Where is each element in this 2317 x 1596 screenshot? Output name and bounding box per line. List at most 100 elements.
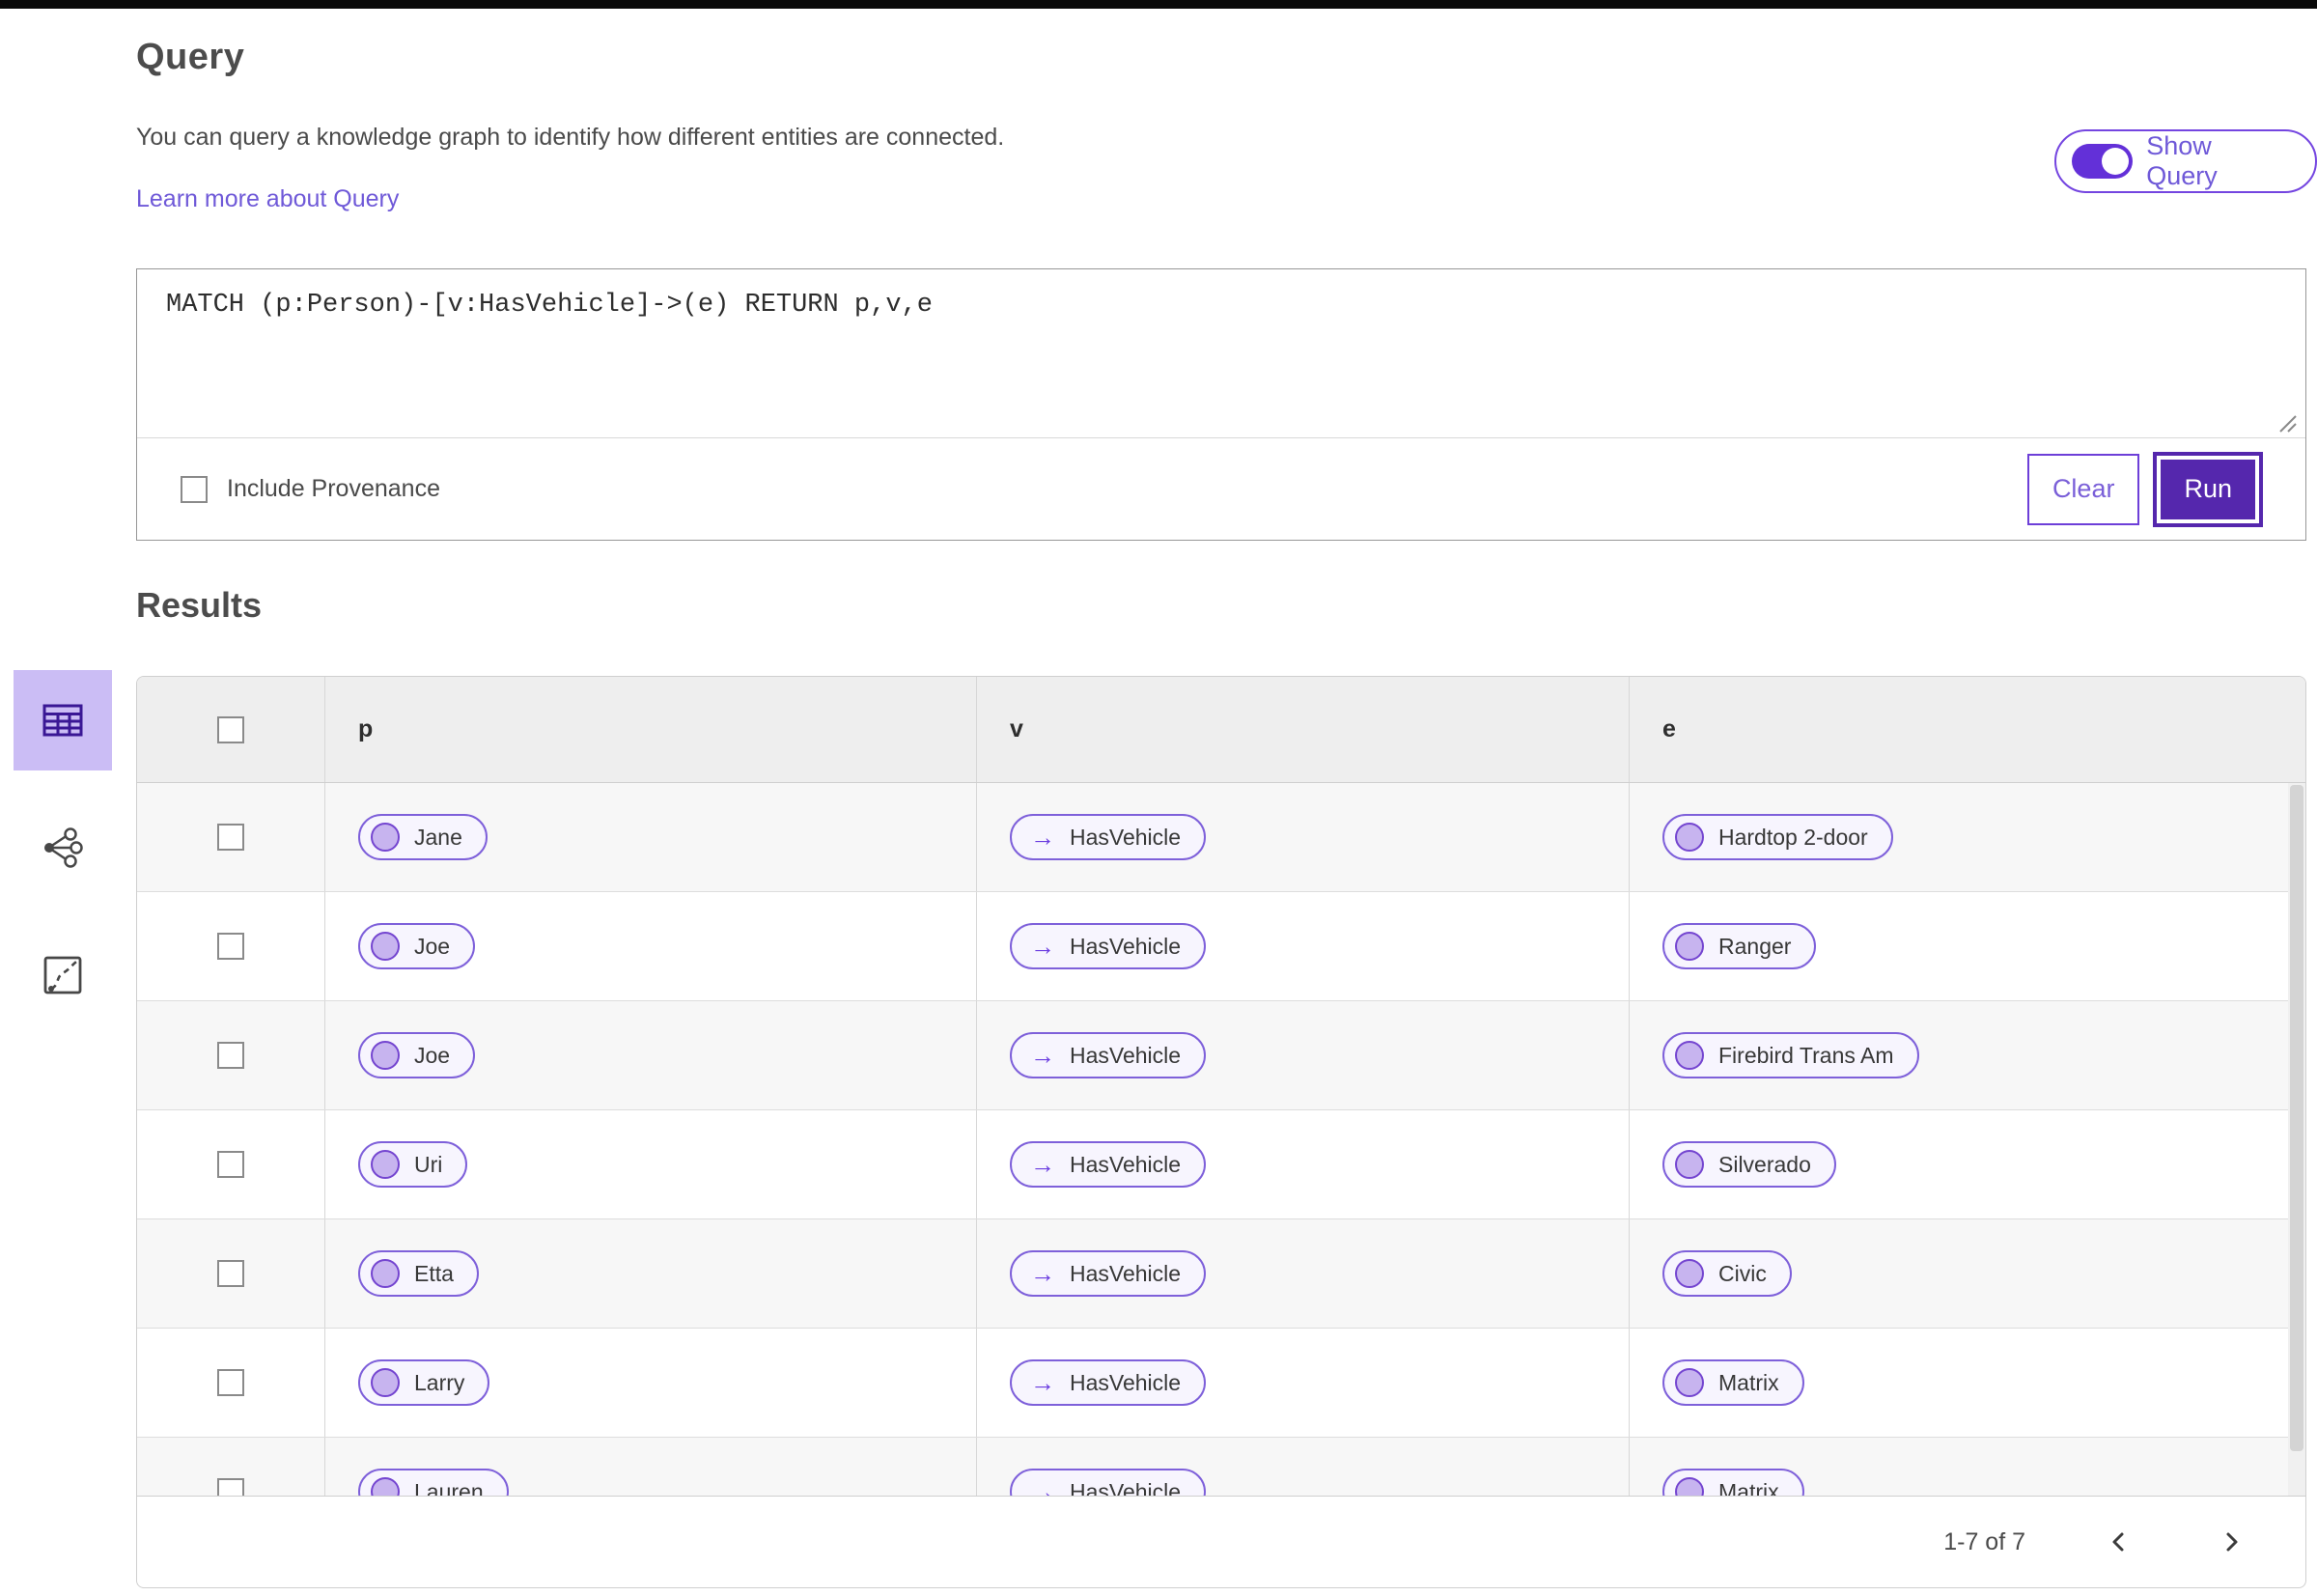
include-provenance-checkbox[interactable] [181, 475, 208, 503]
cell-p: Joe [325, 892, 977, 1000]
previous-page-button[interactable] [2101, 1524, 2137, 1560]
rail-item-graph-view[interactable] [14, 798, 112, 898]
node-pill-label: Uri [414, 1151, 443, 1177]
arrow-right-icon: → [1030, 823, 1055, 852]
learn-more-link[interactable]: Learn more about Query [136, 185, 399, 213]
table-scrollbar[interactable] [2288, 783, 2305, 1498]
page-range-label: 1-7 of 7 [1943, 1527, 2025, 1555]
node-pill-label: Joe [414, 933, 451, 959]
node-pill[interactable]: Joe [358, 1032, 476, 1078]
node-pill[interactable]: Etta [358, 1250, 479, 1297]
relationship-pill[interactable]: → HasVehicle [1010, 1250, 1207, 1297]
cell-e: Civic [1630, 1219, 2305, 1328]
node-pill-label: Etta [414, 1260, 454, 1286]
node-pill[interactable]: Ranger [1662, 923, 1817, 969]
table-row: Jane → HasVehicle Hardtop 2-door [137, 783, 2305, 892]
cell-p: Jane [325, 783, 977, 891]
arrow-right-icon: → [1030, 1041, 1055, 1070]
node-pill[interactable]: Jane [358, 814, 488, 860]
include-provenance-label: Include Provenance [227, 475, 440, 502]
node-pill[interactable]: Hardtop 2-door [1662, 814, 1893, 860]
rail-item-table-view[interactable] [14, 670, 112, 770]
row-checkbox[interactable] [217, 933, 244, 960]
node-pill[interactable]: Uri [358, 1141, 468, 1188]
page-title: Query [136, 37, 245, 77]
row-checkbox[interactable] [217, 1151, 244, 1178]
relationship-pill[interactable]: → HasVehicle [1010, 814, 1207, 860]
node-circle-icon [371, 1259, 400, 1288]
row-select-cell [137, 1219, 325, 1328]
table-row: Joe → HasVehicle Ranger [137, 892, 2305, 1001]
node-pill-label: Larry [414, 1369, 465, 1395]
relationship-pill-label: HasVehicle [1070, 824, 1182, 850]
row-select-cell [137, 892, 325, 1000]
column-header-e: e [1662, 715, 1676, 742]
row-select-cell [137, 1329, 325, 1437]
cell-v: → HasVehicle [977, 1329, 1630, 1437]
row-select-cell [137, 1001, 325, 1109]
node-pill[interactable]: Lauren [358, 1469, 509, 1498]
row-checkbox[interactable] [217, 1478, 244, 1498]
node-circle-icon [1675, 932, 1704, 961]
node-pill[interactable]: Firebird Trans Am [1662, 1032, 1919, 1078]
node-circle-icon [1675, 823, 1704, 852]
relationship-pill[interactable]: → HasVehicle [1010, 1141, 1207, 1188]
run-button[interactable]: Run [2153, 451, 2263, 527]
query-input[interactable]: MATCH (p:Person)-[v:HasVehicle]->(e) RET… [137, 269, 2305, 437]
node-circle-icon [371, 1477, 400, 1498]
arrow-right-icon: → [1030, 1259, 1055, 1288]
node-circle-icon [371, 1150, 400, 1179]
node-circle-icon [371, 823, 400, 852]
clear-button[interactable]: Clear [2026, 453, 2140, 525]
relationship-pill[interactable]: → HasVehicle [1010, 923, 1207, 969]
node-pill[interactable]: Matrix [1662, 1359, 1804, 1406]
node-pill-label: Jane [414, 824, 462, 850]
cell-p: Uri [325, 1110, 977, 1218]
query-action-buttons: Clear Run [2026, 451, 2265, 527]
rail-item-map-view[interactable] [14, 925, 112, 1025]
table-view-icon [42, 704, 83, 737]
results-heading: Results [136, 585, 263, 625]
relationship-pill-label: HasVehicle [1070, 1042, 1182, 1068]
row-checkbox[interactable] [217, 1260, 244, 1287]
node-circle-icon [371, 932, 400, 961]
query-panel-footer: Include Provenance Clear Run [137, 437, 2305, 540]
row-checkbox[interactable] [217, 1042, 244, 1069]
node-circle-icon [1675, 1368, 1704, 1397]
show-query-toggle-label: Show Query [2146, 131, 2218, 190]
select-all-checkbox[interactable] [217, 715, 244, 743]
node-pill[interactable]: Civic [1662, 1250, 1792, 1297]
arrow-right-icon: → [1030, 932, 1055, 961]
node-pill-label: Silverado [1718, 1151, 1811, 1177]
cell-e: Ranger [1630, 892, 2305, 1000]
node-pill[interactable]: Joe [358, 923, 476, 969]
relationship-pill[interactable]: → HasVehicle [1010, 1469, 1207, 1498]
node-pill[interactable]: Silverado [1662, 1141, 1836, 1188]
table-row: Uri → HasVehicle Silverado [137, 1110, 2305, 1219]
cell-v: → HasVehicle [977, 892, 1630, 1000]
query-panel: MATCH (p:Person)-[v:HasVehicle]->(e) RET… [136, 268, 2306, 541]
node-pill-label: Civic [1718, 1260, 1767, 1286]
node-circle-icon [1675, 1041, 1704, 1070]
cell-e: Firebird Trans Am [1630, 1001, 2305, 1109]
include-provenance-checkbox-group[interactable]: Include Provenance [181, 475, 440, 503]
relationship-pill-label: HasVehicle [1070, 1369, 1182, 1395]
relationship-pill[interactable]: → HasVehicle [1010, 1032, 1207, 1078]
relationship-pill[interactable]: → HasVehicle [1010, 1359, 1207, 1406]
next-page-button[interactable] [2213, 1524, 2249, 1560]
row-checkbox[interactable] [217, 824, 244, 851]
node-pill[interactable]: Matrix [1662, 1469, 1804, 1498]
cell-p: Joe [325, 1001, 977, 1109]
results-table-card: p v e Jane → HasVehicle Hardtop 2-door J… [136, 676, 2306, 1588]
show-query-toggle[interactable]: Show Query [2054, 129, 2317, 193]
row-checkbox[interactable] [217, 1369, 244, 1396]
table-scrollbar-thumb[interactable] [2290, 785, 2303, 1451]
toggle-switch-icon[interactable] [2072, 144, 2134, 179]
node-pill[interactable]: Larry [358, 1359, 490, 1406]
column-header-p: p [325, 677, 977, 782]
window-top-edge [0, 0, 2317, 9]
cell-p: Lauren [325, 1438, 977, 1498]
cell-v: → HasVehicle [977, 1219, 1630, 1328]
map-view-icon [43, 956, 82, 994]
arrow-right-icon: → [1030, 1150, 1055, 1179]
